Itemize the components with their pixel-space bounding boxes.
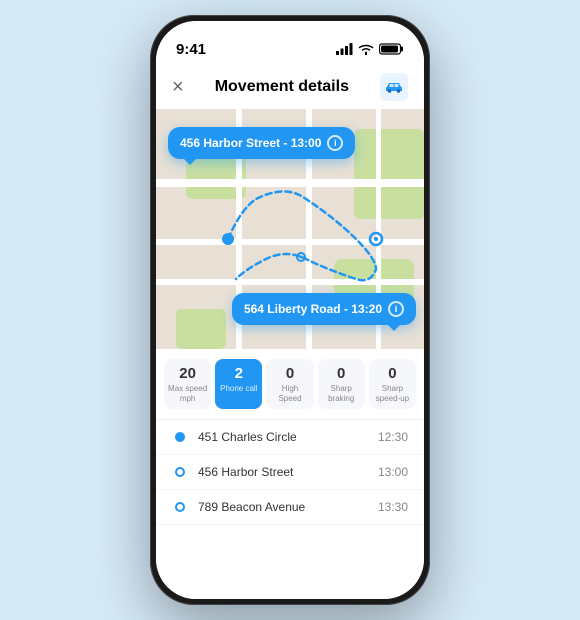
stat-item-0: 20 Max speed mph bbox=[164, 359, 211, 409]
trip-dot-container-1 bbox=[172, 467, 188, 477]
trip-dot-0 bbox=[175, 432, 185, 442]
battery-icon bbox=[379, 43, 404, 55]
stat-label-2: High Speed bbox=[270, 384, 309, 403]
stat-label-3: Sharp braking bbox=[322, 384, 361, 403]
stat-value-3: 0 bbox=[337, 365, 345, 382]
stat-value-4: 0 bbox=[388, 365, 396, 382]
status-bar: 9:41 bbox=[156, 21, 424, 65]
status-time: 9:41 bbox=[176, 41, 206, 58]
stat-value-2: 0 bbox=[286, 365, 294, 382]
stats-row: 20 Max speed mph 2 Phone call 0 High Speed 0 Sh… bbox=[156, 349, 424, 420]
tooltip-start-info[interactable]: i bbox=[327, 135, 343, 151]
trip-list: 451 Charles Circle 12:30 456 Harbor Street… bbox=[156, 420, 424, 599]
tooltip-end-info[interactable]: i bbox=[388, 301, 404, 317]
car-icon bbox=[380, 73, 408, 101]
status-icons bbox=[336, 43, 404, 55]
trip-dot-container-2 bbox=[172, 502, 188, 512]
trip-address-2: 789 Beacon Avenue bbox=[198, 500, 368, 514]
stat-item-2: 0 High Speed bbox=[266, 359, 313, 409]
tooltip-start[interactable]: 456 Harbor Street - 13:00 i bbox=[168, 127, 355, 159]
stat-item-4: 0 Sharp speed-up bbox=[369, 359, 416, 409]
tooltip-end-text: 564 Liberty Road - 13:20 bbox=[244, 302, 382, 316]
map-area: 456 Harbor Street - 13:00 i 564 Liberty … bbox=[156, 109, 424, 349]
stat-item-3: 0 Sharp braking bbox=[318, 359, 365, 409]
page-title: Movement details bbox=[215, 78, 349, 96]
close-button[interactable]: × bbox=[172, 77, 184, 97]
trip-dot-1 bbox=[175, 467, 185, 477]
stat-label-1: Phone call bbox=[220, 384, 257, 394]
tooltip-start-text: 456 Harbor Street - 13:00 bbox=[180, 136, 321, 150]
trip-item-0[interactable]: 451 Charles Circle 12:30 bbox=[156, 420, 424, 455]
trip-time-1: 13:00 bbox=[378, 465, 408, 479]
stat-label-0: Max speed mph bbox=[168, 384, 207, 403]
trip-address-1: 456 Harbor Street bbox=[198, 465, 368, 479]
phone-frame: 9:41 bbox=[150, 15, 430, 605]
car-svg bbox=[384, 80, 404, 94]
stat-value-1: 2 bbox=[235, 365, 243, 382]
trip-address-0: 451 Charles Circle bbox=[198, 430, 368, 444]
stat-label-4: Sharp speed-up bbox=[373, 384, 412, 403]
stat-item-1: 2 Phone call bbox=[215, 359, 262, 409]
wifi-icon bbox=[358, 43, 374, 55]
phone-screen: 9:41 bbox=[156, 21, 424, 599]
trip-item-2[interactable]: 789 Beacon Avenue 13:30 bbox=[156, 490, 424, 525]
map-background: 456 Harbor Street - 13:00 i 564 Liberty … bbox=[156, 109, 424, 349]
tooltip-end[interactable]: 564 Liberty Road - 13:20 i bbox=[232, 293, 416, 325]
stat-value-0: 20 bbox=[179, 365, 196, 382]
trip-time-2: 13:30 bbox=[378, 500, 408, 514]
signal-icon bbox=[336, 43, 353, 55]
trip-dot-2 bbox=[175, 502, 185, 512]
trip-dot-container-0 bbox=[172, 432, 188, 442]
header: × Movement details bbox=[156, 65, 424, 109]
trip-item-1[interactable]: 456 Harbor Street 13:00 bbox=[156, 455, 424, 490]
trip-time-0: 12:30 bbox=[378, 430, 408, 444]
